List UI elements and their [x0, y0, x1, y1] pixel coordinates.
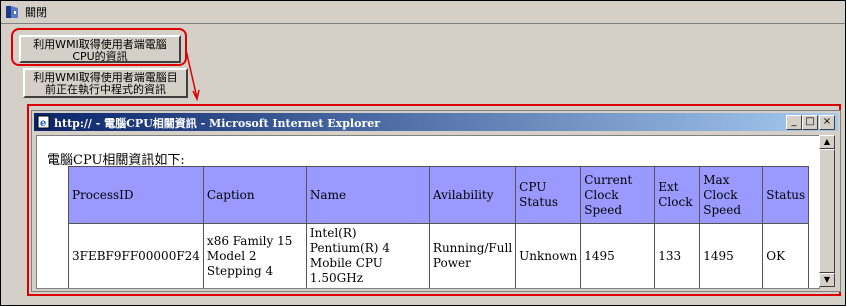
cell-max-clock-speed: 1495 — [699, 223, 764, 288]
column-header-caption: Caption — [202, 166, 307, 224]
scroll-up-icon[interactable]: ▲ — [819, 135, 835, 149]
cell-ext-clock: 133 — [654, 223, 701, 288]
cell-processid: 3FEBF9FF00000F24 — [68, 223, 204, 288]
vertical-scrollbar[interactable]: ▲ ▼ — [819, 135, 835, 287]
page-content: 電腦CPU相關資訊如下: ProcessID Caption Name Avil… — [36, 135, 820, 289]
column-header-availability: Avilability — [428, 166, 517, 224]
column-header-name: Name — [305, 166, 430, 224]
menu-item-close[interactable]: 關閉 — [25, 4, 47, 20]
app-icon — [6, 6, 18, 18]
minimize-button[interactable]: _ — [786, 115, 802, 130]
column-header-max-clock-speed: Max Clock Speed — [699, 166, 764, 224]
ie-title-bar: e http:// - 電腦CPU相關資訊 - Microsoft Intern… — [34, 113, 838, 131]
get-running-processes-button[interactable]: 利用WMI取得使用者端電腦目前正在執行中程式的資訊 — [23, 68, 188, 98]
menu-bar: 關閉 — [1, 1, 845, 24]
column-header-status: Status — [762, 166, 810, 224]
column-header-processid: ProcessID — [68, 166, 204, 224]
ie-window: e http:// - 電腦CPU相關資訊 - Microsoft Intern… — [31, 110, 841, 292]
get-cpu-info-button[interactable]: 利用WMI取得使用者端電腦CPU的資訊 — [19, 35, 181, 63]
close-button[interactable]: × — [819, 115, 835, 130]
svg-text:e: e — [40, 118, 46, 129]
application-window: 關閉 利用WMI取得使用者端電腦CPU的資訊 利用WMI取得使用者端電腦目前正在… — [0, 0, 846, 306]
column-header-cpu-status: CPU Status — [515, 166, 582, 224]
ie-window-title: http:// - 電腦CPU相關資訊 - Microsoft Internet… — [54, 117, 381, 130]
maximize-button[interactable]: □ — [802, 115, 818, 130]
main-content: 利用WMI取得使用者端電腦CPU的資訊 利用WMI取得使用者端電腦目前正在執行中… — [1, 24, 845, 305]
scroll-thumb[interactable] — [819, 149, 835, 273]
cell-availability: Running/Full Power — [428, 223, 517, 288]
cell-caption: x86 Family 15 Model 2 Stepping 4 — [202, 223, 307, 288]
cell-name: Intel(R) Pentium(R) 4 Mobile CPU 1.50GHz — [305, 223, 430, 288]
ie-page-icon: e — [37, 115, 50, 129]
table-header-row: ProcessID Caption Name Avilability CPU S… — [68, 166, 810, 224]
cell-current-clock-speed: 1495 — [580, 223, 656, 288]
table-row: 3FEBF9FF00000F24 x86 Family 15 Model 2 S… — [68, 223, 810, 288]
cell-cpu-status: Unknown — [515, 223, 582, 288]
cpu-info-table: ProcessID Caption Name Avilability CPU S… — [68, 166, 810, 288]
column-header-ext-clock: Ext Clock — [654, 166, 701, 224]
scroll-down-icon[interactable]: ▼ — [819, 273, 835, 287]
cell-status: OK — [762, 223, 810, 288]
column-header-current-clock-speed: Current Clock Speed — [580, 166, 656, 224]
